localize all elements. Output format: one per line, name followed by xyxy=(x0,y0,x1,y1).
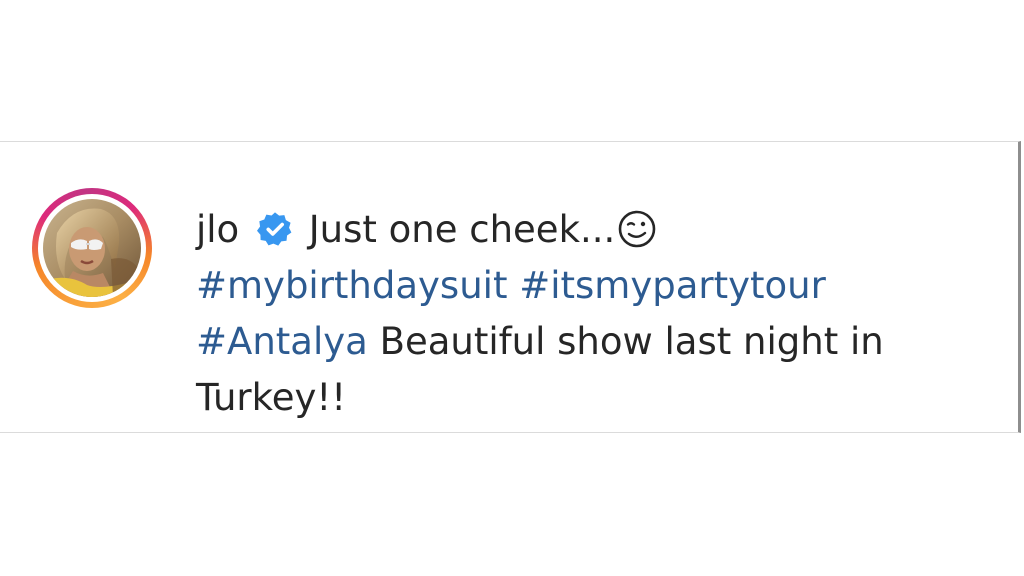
avatar-image xyxy=(43,199,141,297)
caption-panel: jlo Just one cheek... #mybirthdaysuit #i… xyxy=(0,141,1021,433)
hashtag-link-itsmypartytour[interactable]: #itsmypartytour xyxy=(519,264,826,307)
story-ring[interactable] xyxy=(32,188,152,308)
page-canvas: jlo Just one cheek... #mybirthdaysuit #i… xyxy=(0,0,1024,576)
verified-badge-icon xyxy=(256,212,292,246)
hashtag-link-mybirthdaysuit[interactable]: #mybirthdaysuit xyxy=(196,264,507,307)
hashtag-link-antalya[interactable]: #Antalya xyxy=(196,320,368,363)
winking-face-emoji-icon xyxy=(618,210,656,248)
caption-intro-text: Just one cheek... xyxy=(308,208,616,251)
username-link[interactable]: jlo xyxy=(196,208,239,251)
avatar-ring-gap xyxy=(38,194,146,302)
avatar[interactable] xyxy=(43,199,141,297)
post-caption: jlo Just one cheek... #mybirthdaysuit #i… xyxy=(196,202,916,426)
